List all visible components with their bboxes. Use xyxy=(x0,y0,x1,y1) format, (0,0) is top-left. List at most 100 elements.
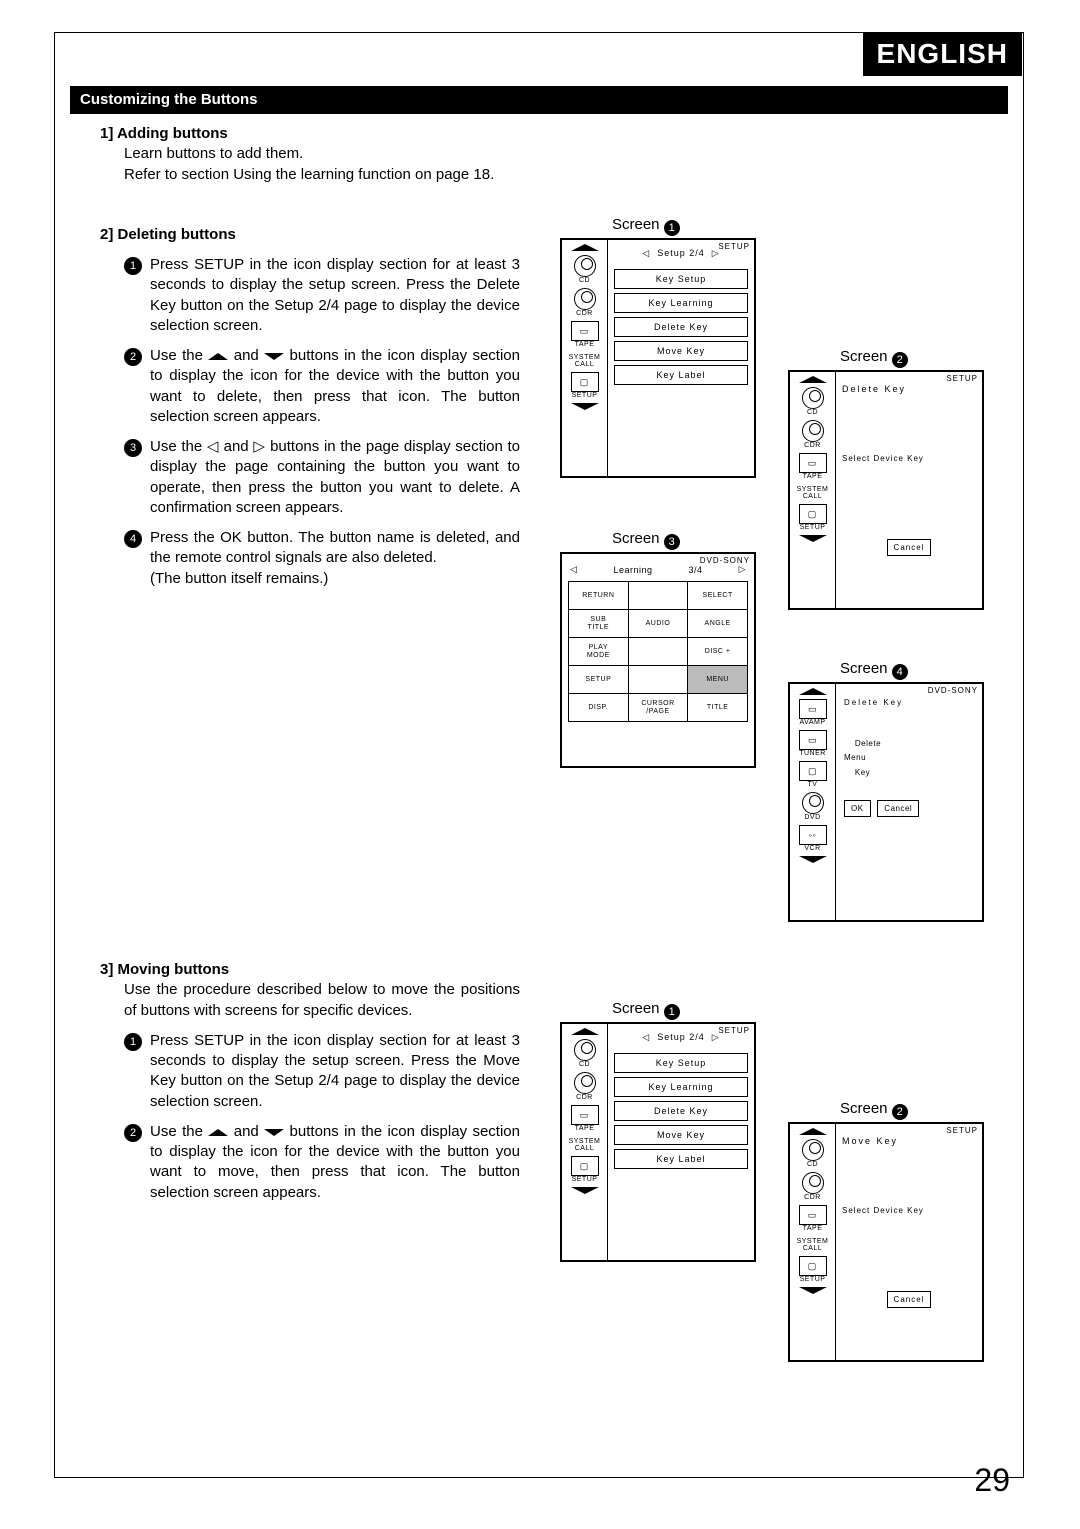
setup-icon: ▢ xyxy=(799,504,827,524)
adding-text1: Learn buttons to add them. xyxy=(124,144,520,164)
screen1b-label: Screen 1 xyxy=(612,1000,680,1020)
cancel-button: Cancel xyxy=(887,1291,932,1308)
side-label: SYSTEM CALL xyxy=(562,354,607,368)
lcd-delete-confirm: DVD-SONY ▭AVAMP ▭TUNER ▢TV DVD ◦◦VCR Del… xyxy=(788,682,984,922)
bullet-1-icon: 1 xyxy=(124,257,142,275)
corner-label: SETUP xyxy=(946,1126,978,1135)
section-title-bar: Customizing the Buttons xyxy=(70,86,1008,114)
title: Delete Key xyxy=(842,384,976,394)
menu-item: Delete Key xyxy=(614,317,748,337)
menu-item: Key Learning xyxy=(614,293,748,313)
up-arrow-icon xyxy=(208,353,228,360)
bullet-3-icon: 3 xyxy=(124,439,142,457)
bullet-2-icon: 2 xyxy=(124,1124,142,1142)
cd-icon xyxy=(574,255,596,277)
corner-label: DVD-SONY xyxy=(700,556,750,565)
tape-icon: ▭ xyxy=(571,1105,599,1125)
corner-label: SETUP xyxy=(946,374,978,383)
setup-icon: ▢ xyxy=(571,1156,599,1176)
tape-icon: ▭ xyxy=(571,321,599,341)
tv-icon: ▢ xyxy=(799,761,827,781)
title: Move Key xyxy=(842,1136,976,1146)
delete-step-3-text: Use the ◁ and ▷ buttons in the page disp… xyxy=(150,437,520,518)
delete-step-3: 3 Use the ◁ and ▷ buttons in the page di… xyxy=(124,437,520,518)
down-arrow-icon xyxy=(264,1129,284,1136)
cd-icon xyxy=(574,1039,596,1061)
screen3-label: Screen 3 xyxy=(612,530,680,550)
main-text-column: 1] Adding buttons Learn buttons to add t… xyxy=(100,124,520,589)
heading-adding: 1] Adding buttons xyxy=(100,124,520,144)
menu-item: Key Label xyxy=(614,365,748,385)
title: Delete Key xyxy=(844,698,974,707)
delete-step-2: 2 Use the and buttons in the icon displa… xyxy=(124,346,520,427)
move-step-1-text: Press SETUP in the icon display section … xyxy=(150,1031,520,1112)
corner-label: SETUP xyxy=(718,242,750,251)
adding-text2: Refer to section Using the learning func… xyxy=(124,165,520,185)
heading-moving: 3] Moving buttons xyxy=(100,960,520,980)
scroll-up-icon xyxy=(571,244,599,251)
lcd-setup-24-b: SETUP CD CDR ▭TAPE SYSTEM CALL ▢SETUP ◁ … xyxy=(560,1022,756,1262)
vcr-icon: ◦◦ xyxy=(799,825,827,845)
moving-intro: Use the procedure described below to mov… xyxy=(124,980,520,1021)
prompt: Select Device Key xyxy=(842,1206,976,1215)
cancel-button: Cancel xyxy=(887,539,932,556)
move-step-2: 2 Use the and buttons in the icon displa… xyxy=(124,1122,520,1203)
cancel-button: Cancel xyxy=(877,800,919,817)
screen2-label: Screen 2 xyxy=(840,348,908,368)
scroll-up-icon xyxy=(799,1128,827,1135)
delete-step-4: 4 Press the OK button. The button name i… xyxy=(124,528,520,589)
delete-step-4-text: Press the OK button. The button name is … xyxy=(150,528,520,589)
cd-icon xyxy=(802,1139,824,1161)
lcd-learning-grid: DVD-SONY ◁ Learning 3/4 ▷ RETURNSELECT S… xyxy=(560,552,756,768)
scroll-down-icon xyxy=(799,856,827,863)
cd-icon xyxy=(802,387,824,409)
screen4-label: Screen 4 xyxy=(840,660,908,680)
prompt: Select Device Key xyxy=(842,454,976,463)
scroll-up-icon xyxy=(571,1028,599,1035)
heading-deleting: 2] Deleting buttons xyxy=(100,225,520,245)
lcd-setup-24-a: SETUP CD CDR ▭TAPE SYSTEM CALL ▢SETUP ◁ … xyxy=(560,238,756,478)
menu-item: Key Setup xyxy=(614,269,748,289)
cdr-icon xyxy=(802,1172,824,1194)
delete-step-1-text: Press SETUP in the icon display section … xyxy=(150,255,520,336)
avamp-icon: ▭ xyxy=(799,699,827,719)
scroll-down-icon xyxy=(799,1287,827,1294)
corner-label: DVD-SONY xyxy=(928,686,978,695)
tuner-icon: ▭ xyxy=(799,730,827,750)
next-page-icon: ▷ xyxy=(739,564,746,575)
page-indicator: 3/4 xyxy=(689,565,703,575)
tape-icon: ▭ xyxy=(799,1205,827,1225)
menu-item: Move Key xyxy=(614,341,748,361)
button-grid: RETURNSELECT SUB TITLEAUDIOANGLE PLAY MO… xyxy=(568,581,748,722)
down-arrow-icon xyxy=(264,353,284,360)
scroll-down-icon xyxy=(799,535,827,542)
side-label: CDR xyxy=(562,310,607,317)
side-label: TAPE xyxy=(562,341,607,348)
bullet-2-icon: 2 xyxy=(124,348,142,366)
scroll-down-icon xyxy=(571,403,599,410)
setup-icon: ▢ xyxy=(571,372,599,392)
corner-label: SETUP xyxy=(718,1026,750,1035)
move-step-1: 1 Press SETUP in the icon display sectio… xyxy=(124,1031,520,1112)
scroll-down-icon xyxy=(571,1187,599,1194)
up-arrow-icon xyxy=(208,1129,228,1136)
screen1-label: Screen 1 xyxy=(612,216,680,236)
lcd-delete-key-select: SETUP CD CDR ▭TAPE SYSTEM CALL ▢SETUP De… xyxy=(788,370,984,610)
cdr-icon xyxy=(574,288,596,310)
bullet-4-icon: 4 xyxy=(124,530,142,548)
move-step-2-text: Use the and buttons in the icon display … xyxy=(150,1122,520,1203)
scroll-up-icon xyxy=(799,376,827,383)
page-number: 29 xyxy=(974,1462,1010,1499)
bullet-1-icon: 1 xyxy=(124,1033,142,1051)
cdr-icon xyxy=(574,1072,596,1094)
prev-page-icon: ◁ xyxy=(570,564,577,575)
screen2b-label: Screen 2 xyxy=(840,1100,908,1120)
ok-button: OK xyxy=(844,800,871,817)
side-label: CD xyxy=(562,277,607,284)
setup-icon: ▢ xyxy=(799,1256,827,1276)
side-label: SETUP xyxy=(562,392,607,399)
cdr-icon xyxy=(802,420,824,442)
delete-step-2-text: Use the and buttons in the icon display … xyxy=(150,346,520,427)
grid-title: Learning xyxy=(613,565,652,575)
tape-icon: ▭ xyxy=(799,453,827,473)
